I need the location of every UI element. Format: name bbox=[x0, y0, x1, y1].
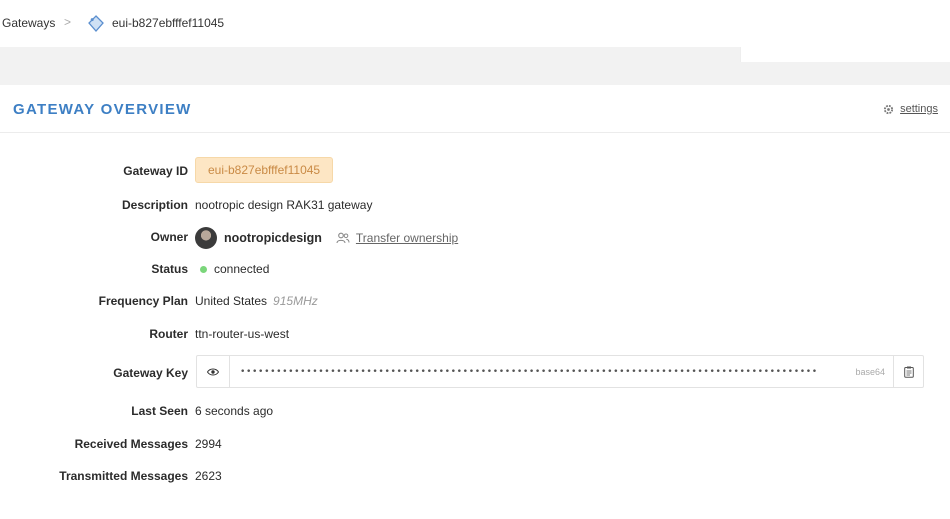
router-value: ttn-router-us-west bbox=[195, 327, 290, 341]
avatar bbox=[195, 227, 217, 249]
gateway-key-masked[interactable]: ••••••••••••••••••••••••••••••••••••••••… bbox=[230, 367, 851, 377]
gear-icon bbox=[883, 104, 894, 114]
gateway-id-label: Gateway ID bbox=[123, 164, 188, 178]
breadcrumb: Gateways > eui-b827ebfffef11045 bbox=[0, 0, 950, 47]
gateway-overview-card: GATEWAY OVERVIEW settings Gateway ID eui… bbox=[0, 85, 950, 519]
gateway-id-badge: eui-b827ebfffef11045 bbox=[195, 157, 334, 183]
eye-icon bbox=[207, 368, 219, 375]
settings-label[interactable]: settings bbox=[900, 103, 938, 115]
status-label: Status bbox=[151, 262, 188, 276]
settings-link[interactable]: settings bbox=[883, 103, 938, 115]
frequency-plan-label: Frequency Plan bbox=[98, 294, 188, 308]
gateway-key-label: Gateway Key bbox=[113, 366, 188, 380]
status-indicator bbox=[200, 265, 207, 273]
status-value: connected bbox=[195, 262, 269, 276]
breadcrumb-current: eui-b827ebfffef11045 bbox=[112, 16, 225, 30]
owner-value: nootropicdesign Transfer ownership bbox=[195, 227, 458, 249]
gateway-key-field: ••••••••••••••••••••••••••••••••••••••••… bbox=[196, 355, 924, 388]
transfer-ownership-link[interactable]: Transfer ownership bbox=[356, 231, 458, 245]
received-messages-label: Received Messages bbox=[74, 437, 188, 451]
frequency-plan-region: United States bbox=[195, 294, 268, 308]
gateway-id-value: eui-b827ebfffef11045 bbox=[195, 157, 334, 183]
transmitted-messages-value: 2623 bbox=[195, 469, 222, 483]
router-label: Router bbox=[149, 327, 188, 341]
description-value: nootropic design RAK31 gateway bbox=[195, 198, 373, 212]
toolbar-band bbox=[0, 47, 950, 85]
users-icon bbox=[336, 232, 350, 244]
band-tab bbox=[740, 47, 950, 62]
frequency-plan-value: United States 915MHz bbox=[195, 294, 318, 308]
owner-name: nootropicdesign bbox=[224, 231, 322, 245]
frequency-plan-band: 915MHz bbox=[273, 294, 318, 308]
last-seen-value: 6 seconds ago bbox=[195, 404, 274, 418]
gateway-icon bbox=[88, 15, 104, 32]
page-title: GATEWAY OVERVIEW bbox=[13, 101, 192, 118]
owner-label: Owner bbox=[150, 230, 188, 244]
key-format[interactable]: base64 bbox=[851, 367, 893, 377]
breadcrumb-separator: > bbox=[64, 15, 72, 29]
clipboard-icon bbox=[903, 366, 914, 378]
card-header: GATEWAY OVERVIEW settings bbox=[0, 85, 950, 133]
received-messages-value: 2994 bbox=[195, 437, 222, 451]
transmitted-messages-label: Transmitted Messages bbox=[59, 469, 188, 483]
show-key-button[interactable] bbox=[197, 356, 230, 387]
copy-key-button[interactable] bbox=[893, 356, 923, 387]
last-seen-label: Last Seen bbox=[131, 404, 188, 418]
breadcrumb-gateways-link[interactable]: Gateways bbox=[2, 16, 55, 30]
status-text: connected bbox=[214, 262, 270, 276]
description-label: Description bbox=[121, 198, 188, 212]
